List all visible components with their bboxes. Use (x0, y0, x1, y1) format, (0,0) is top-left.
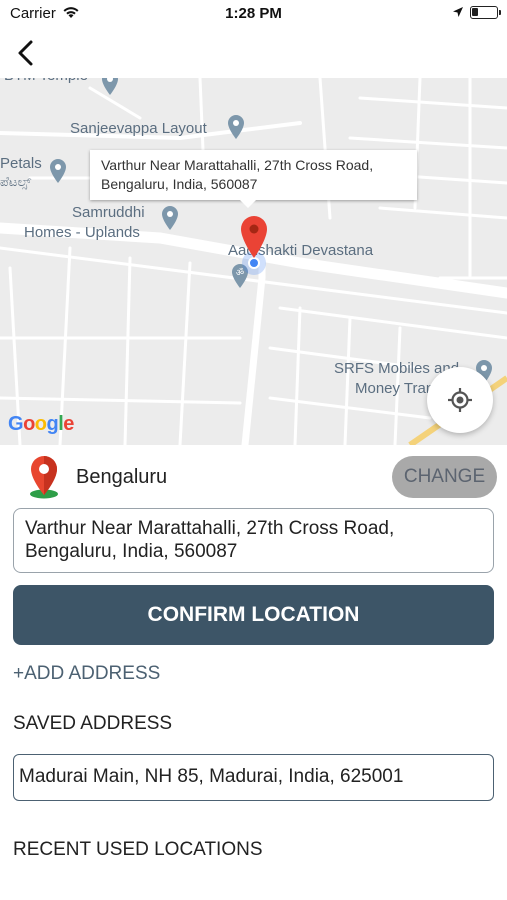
place-pin-icon (102, 78, 118, 95)
map-label-sanjeevappa: Sanjeevappa Layout (70, 120, 207, 137)
map-label-temple: BTM Temple (4, 78, 88, 86)
google-logo: Google (8, 413, 74, 435)
address-line-1: Varthur Near Marattahalli, 27th Cross Ro… (25, 518, 395, 539)
map-view[interactable]: BTM Temple Sanjeevappa Layout Petals ಪೆಟ… (0, 78, 507, 445)
map-label-petals: Petals (0, 155, 42, 172)
location-arrow-icon (453, 7, 463, 17)
callout-line-1: Varthur Near Marattahalli, 27th Cross Ro… (101, 157, 374, 173)
nav-bar (0, 28, 507, 80)
chevron-left-icon (18, 40, 33, 66)
callout-line-2: Bengaluru, India, 560087 (101, 176, 258, 192)
map-marker-icon[interactable] (239, 215, 269, 259)
map-label-petals-kannada: ಪೆಟಲ್ಸ್ (0, 174, 32, 189)
back-button[interactable] (10, 36, 40, 70)
map-address-callout[interactable]: Varthur Near Marattahalli, 27th Cross Ro… (90, 150, 417, 208)
saved-address-item[interactable]: Madurai Main, NH 85, Madurai, India, 625… (13, 754, 494, 801)
my-location-button[interactable] (427, 367, 493, 433)
city-name: Bengaluru (76, 466, 168, 488)
place-pin-icon (228, 115, 244, 139)
confirm-location-button[interactable]: CONFIRM LOCATION (13, 585, 494, 645)
place-pin-icon (162, 206, 178, 230)
city-location-pin-icon (30, 456, 58, 499)
recent-locations-heading: RECENT USED LOCATIONS (13, 839, 263, 860)
map-label-samruddhi: Samruddhi (72, 204, 145, 221)
crosshair-icon (448, 388, 472, 412)
saved-address-heading: SAVED ADDRESS (13, 713, 173, 734)
selected-address-field[interactable]: Varthur Near Marattahalli, 27th Cross Ro… (13, 508, 494, 573)
battery-icon (470, 6, 501, 19)
status-bar: Carrier 1:28 PM (0, 0, 507, 28)
place-pin-icon (50, 159, 66, 183)
change-city-button[interactable]: CHANGE (392, 456, 497, 498)
map-label-uplands: Homes - Uplands (24, 224, 140, 241)
address-line-2: Bengaluru, India, 560087 (25, 541, 238, 562)
add-address-link[interactable]: +ADD ADDRESS (13, 663, 160, 685)
status-time: 1:28 PM (225, 5, 282, 22)
